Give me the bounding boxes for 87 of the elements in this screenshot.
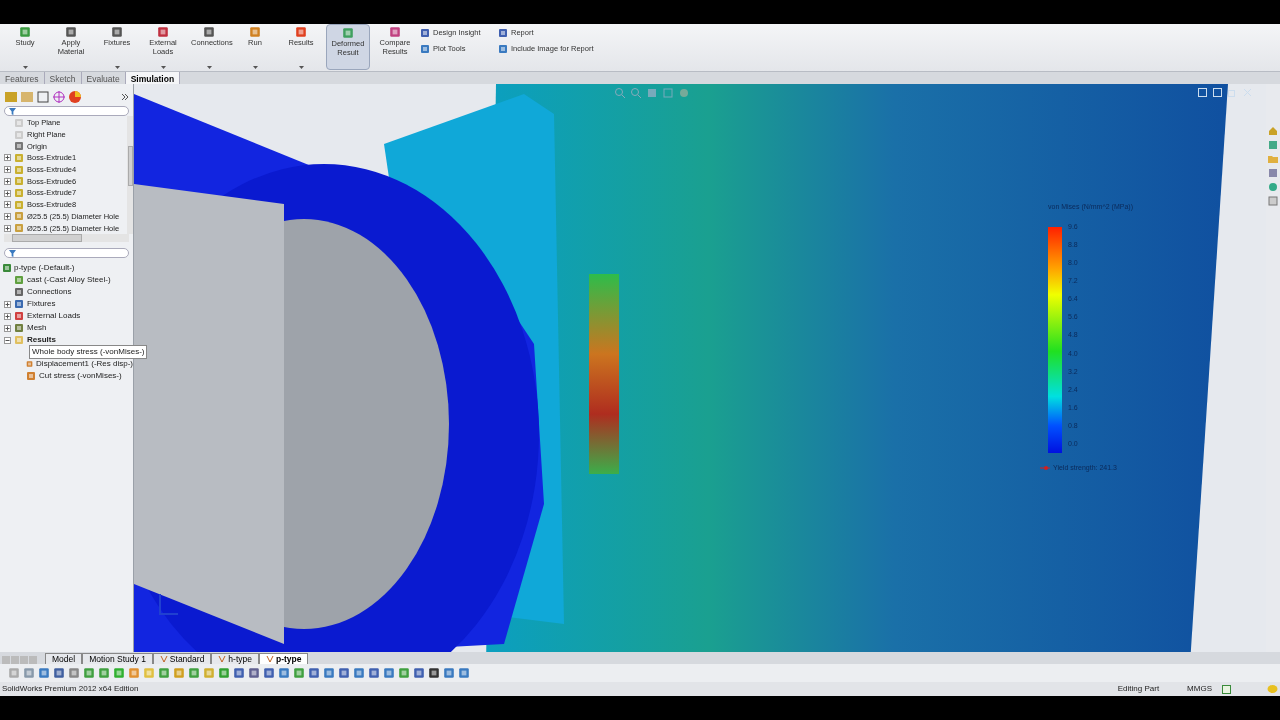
tool-icon (19, 26, 31, 38)
tree-item[interactable]: Mesh (27, 322, 47, 334)
filter-icon (9, 107, 16, 115)
tool-icon[interactable] (428, 667, 440, 679)
plane-icon (14, 117, 24, 128)
folder-icon[interactable] (1268, 154, 1278, 164)
tool-icon (498, 28, 508, 38)
tree-item[interactable]: Whole body stress (-vonMises-) (29, 345, 148, 359)
yield-marker-icon (1040, 464, 1050, 471)
tree-item[interactable]: Connections (27, 286, 72, 298)
expander-icon[interactable] (4, 154, 11, 162)
library-icon[interactable] (1268, 140, 1278, 150)
hole-icon (14, 211, 24, 222)
extrude-icon (14, 188, 24, 199)
filter-field[interactable] (4, 106, 129, 116)
edition-text: SolidWorks Premium 2012 x64 Edition (2, 683, 139, 695)
tree-item[interactable]: Displacement1 (-Res disp-) (36, 358, 133, 370)
hole-icon (14, 223, 24, 234)
tool-icon[interactable] (233, 667, 245, 679)
fixtures-icon (14, 299, 24, 309)
expander-icon[interactable] (4, 166, 11, 174)
scrollbar[interactable] (127, 116, 133, 234)
expander-icon[interactable] (4, 336, 11, 344)
material-icon (14, 275, 24, 285)
tool-icon[interactable] (338, 667, 350, 679)
tree-item[interactable]: External Loads (27, 310, 81, 322)
plane-icon (14, 129, 24, 140)
tool-icon (420, 44, 430, 54)
tree-item[interactable]: Cut stress (-vonMises-) (39, 370, 122, 382)
tool-icon[interactable] (368, 667, 380, 679)
home-icon[interactable] (1268, 126, 1278, 136)
tool-icon[interactable] (263, 667, 275, 679)
tool-icon (498, 44, 508, 54)
units-selector[interactable]: MMGS (1187, 683, 1212, 695)
tool-icon[interactable] (413, 667, 425, 679)
loads-icon (14, 311, 24, 321)
appearance-icon[interactable] (68, 90, 82, 104)
tree-item[interactable]: Fixtures (27, 298, 56, 310)
origin-icon (14, 141, 24, 152)
tool-icon[interactable] (308, 667, 320, 679)
study-icon (2, 263, 12, 273)
expander-icon[interactable] (4, 324, 11, 332)
mesh-icon (14, 323, 24, 333)
property-manager-icon[interactable] (20, 90, 34, 104)
tool-icon (249, 26, 261, 38)
properties-icon[interactable] (1268, 196, 1278, 206)
expander-icon[interactable] (4, 177, 11, 185)
tree-item[interactable]: cast (-Cast Alloy Steel-) (27, 274, 111, 286)
tool-icon (342, 27, 354, 39)
expander-icon[interactable] (4, 312, 11, 320)
horizontal-scrollbar[interactable] (4, 234, 129, 242)
help-icon[interactable] (1222, 684, 1231, 694)
tree-item[interactable]: Results (27, 334, 56, 346)
extrude-icon (14, 152, 24, 163)
plot-icon (26, 359, 34, 369)
extrude-icon (14, 164, 24, 175)
view-palette-icon[interactable] (1268, 168, 1278, 178)
expander-icon[interactable] (4, 224, 11, 232)
expander-icon[interactable] (4, 212, 11, 220)
plot-icon (26, 371, 36, 381)
configuration-icon[interactable] (36, 90, 50, 104)
tool-icon (111, 26, 123, 38)
extrude-icon (14, 176, 24, 187)
tree-item[interactable]: p-type (-Default-) (14, 262, 75, 274)
expander-icon[interactable] (4, 189, 11, 197)
tool-icon (65, 26, 77, 38)
tool-icon[interactable] (53, 667, 65, 679)
tool-icon (420, 28, 430, 38)
feature-manager-icon[interactable] (4, 90, 18, 104)
expand-icon[interactable] (121, 93, 129, 101)
globe-icon[interactable] (1268, 182, 1278, 192)
tool-icon (295, 26, 307, 38)
filter-icon (9, 249, 16, 257)
extrude-icon (14, 199, 24, 210)
tool-icon (389, 26, 401, 38)
connections-icon (14, 287, 24, 297)
folder-icon (14, 335, 24, 345)
expander-icon[interactable] (4, 300, 11, 308)
tool-icon (203, 26, 215, 38)
filter-field[interactable] (4, 248, 129, 258)
editing-status: Editing Part (1117, 683, 1160, 695)
tool-icon (157, 26, 169, 38)
tool-icon[interactable] (248, 667, 260, 679)
tab[interactable]: h-type (211, 653, 259, 664)
expander-icon[interactable] (4, 201, 11, 209)
crosshair-icon[interactable] (52, 90, 66, 104)
axis-triad-icon (159, 593, 179, 615)
